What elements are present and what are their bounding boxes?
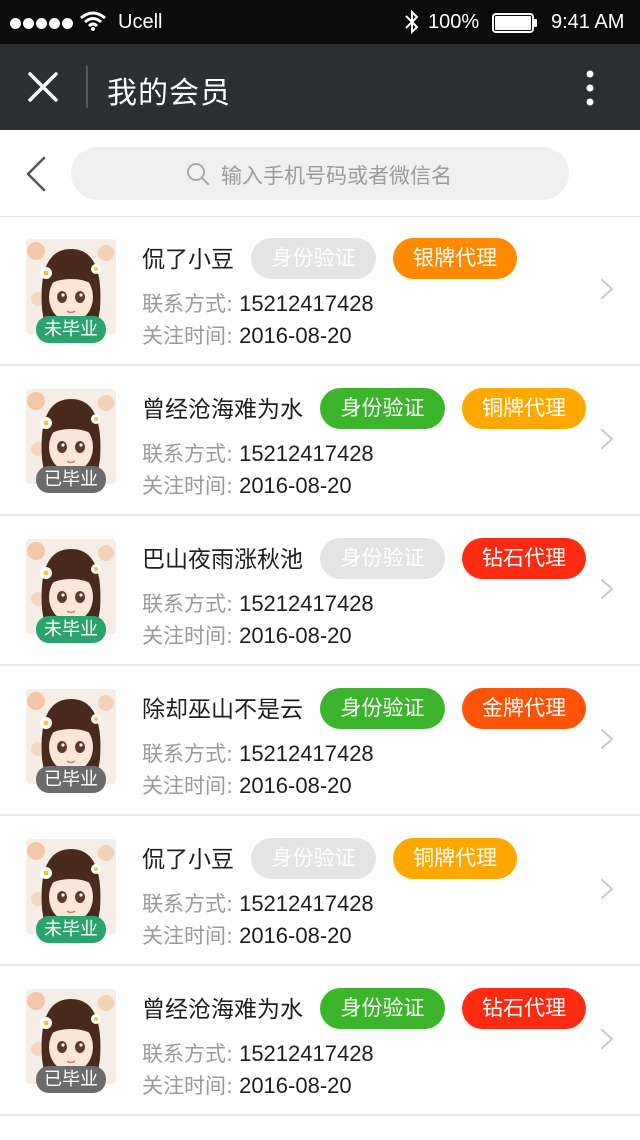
contact-label: 联系方式: [142, 1042, 234, 1066]
follow-time-label: 关注时间: [142, 1074, 234, 1098]
follow-time-row: 关注时间: 2016-08-20 [142, 620, 352, 650]
identity-verify-tag: 身份验证 [251, 238, 376, 279]
chevron-right-icon [601, 879, 613, 899]
follow-date: 2016-08-20 [239, 323, 352, 348]
member-list-item[interactable]: 未毕业 巴山夜雨涨秋池 身份验证 钻石代理 联系方式: 15212417428 关… [0, 516, 640, 666]
battery-icon [492, 13, 537, 33]
member-list-item[interactable]: 已毕业 曾经沧海难为水 身份验证 钻石代理 联系方式: 15212417428 关… [0, 966, 640, 1116]
graduation-badge: 已毕业 [36, 766, 106, 793]
follow-date: 2016-08-20 [239, 473, 352, 498]
contact-row: 联系方式: 15212417428 [142, 588, 374, 618]
member-list-item[interactable]: 未毕业 侃了小豆 身份验证 银牌代理 联系方式: 15212417428 关注时间… [0, 216, 640, 366]
follow-time-label: 关注时间: [142, 924, 234, 948]
member-name: 侃了小豆 [142, 847, 234, 873]
identity-verify-tag: 身份验证 [320, 988, 445, 1029]
contact-label: 联系方式: [142, 442, 234, 466]
graduation-badge: 未毕业 [36, 316, 106, 343]
search-bar: 输入手机号码或者微信名 [0, 130, 640, 217]
contact-row: 联系方式: 15212417428 [142, 888, 374, 918]
identity-verify-tag: 身份验证 [320, 688, 445, 729]
back-chevron-icon[interactable] [24, 154, 48, 194]
signal-strength-icon [10, 16, 75, 34]
follow-time-row: 关注时间: 2016-08-20 [142, 920, 352, 950]
agent-level-tag: 金牌代理 [462, 688, 586, 729]
follow-time-row: 关注时间: 2016-08-20 [142, 770, 352, 800]
agent-level-tag: 银牌代理 [393, 238, 517, 279]
contact-label: 联系方式: [142, 292, 234, 316]
member-name: 侃了小豆 [142, 247, 234, 273]
follow-time-label: 关注时间: [142, 474, 234, 498]
follow-date: 2016-08-20 [239, 923, 352, 948]
identity-verify-tag: 身份验证 [320, 388, 445, 429]
contact-label: 联系方式: [142, 892, 234, 916]
chevron-right-icon [601, 429, 613, 449]
follow-time-label: 关注时间: [142, 324, 234, 348]
battery-percentage: 100% [428, 11, 480, 33]
phone-number: 15212417428 [239, 1041, 374, 1066]
contact-row: 联系方式: 15212417428 [142, 1038, 374, 1068]
member-list-item[interactable]: 已毕业 除却巫山不是云 身份验证 金牌代理 联系方式: 15212417428 关… [0, 666, 640, 816]
search-input[interactable]: 输入手机号码或者微信名 [71, 147, 569, 200]
identity-verify-tag: 身份验证 [320, 538, 445, 579]
chevron-right-icon [601, 1029, 613, 1049]
member-name: 曾经沧海难为水 [142, 997, 303, 1023]
follow-date: 2016-08-20 [239, 623, 352, 648]
header-divider [86, 66, 88, 108]
search-icon [187, 163, 210, 186]
contact-row: 联系方式: 15212417428 [142, 438, 374, 468]
bluetooth-icon [405, 10, 419, 34]
agent-level-tag: 钻石代理 [462, 988, 586, 1029]
status-bar: Ucell 100% 9:41 AM [0, 0, 640, 44]
app-header: 我的会员 [0, 44, 640, 130]
page-title: 我的会员 [107, 76, 231, 111]
graduation-badge: 未毕业 [36, 916, 106, 943]
follow-time-row: 关注时间: 2016-08-20 [142, 1070, 352, 1100]
follow-date: 2016-08-20 [239, 773, 352, 798]
phone-number: 15212417428 [239, 891, 374, 916]
member-list: 未毕业 侃了小豆 身份验证 银牌代理 联系方式: 15212417428 关注时间… [0, 216, 640, 1116]
graduation-badge: 未毕业 [36, 616, 106, 643]
contact-label: 联系方式: [142, 742, 234, 766]
follow-time-label: 关注时间: [142, 774, 234, 798]
phone-number: 15212417428 [239, 441, 374, 466]
contact-row: 联系方式: 15212417428 [142, 738, 374, 768]
contact-row: 联系方式: 15212417428 [142, 288, 374, 318]
identity-verify-tag: 身份验证 [251, 838, 376, 879]
agent-level-tag: 钻石代理 [462, 538, 586, 579]
close-icon[interactable] [27, 71, 59, 103]
chevron-right-icon [601, 579, 613, 599]
follow-date: 2016-08-20 [239, 1073, 352, 1098]
member-list-item[interactable]: 已毕业 曾经沧海难为水 身份验证 铜牌代理 联系方式: 15212417428 关… [0, 366, 640, 516]
wifi-icon [80, 11, 106, 31]
follow-time-row: 关注时间: 2016-08-20 [142, 470, 352, 500]
more-vertical-icon[interactable] [582, 68, 598, 108]
member-list-item[interactable]: 未毕业 侃了小豆 身份验证 铜牌代理 联系方式: 15212417428 关注时间… [0, 816, 640, 966]
carrier-name: Ucell [118, 11, 163, 33]
member-name: 曾经沧海难为水 [142, 397, 303, 423]
agent-level-tag: 铜牌代理 [462, 388, 586, 429]
phone-number: 15212417428 [239, 591, 374, 616]
phone-number: 15212417428 [239, 291, 374, 316]
agent-level-tag: 铜牌代理 [393, 838, 517, 879]
follow-time-row: 关注时间: 2016-08-20 [142, 320, 352, 350]
graduation-badge: 已毕业 [36, 1066, 106, 1093]
member-name: 巴山夜雨涨秋池 [142, 547, 303, 573]
graduation-badge: 已毕业 [36, 466, 106, 493]
contact-label: 联系方式: [142, 592, 234, 616]
chevron-right-icon [601, 729, 613, 749]
phone-number: 15212417428 [239, 741, 374, 766]
follow-time-label: 关注时间: [142, 624, 234, 648]
member-name: 除却巫山不是云 [142, 697, 303, 723]
clock: 9:41 AM [551, 11, 625, 33]
search-placeholder: 输入手机号码或者微信名 [221, 164, 452, 188]
chevron-right-icon [601, 279, 613, 299]
